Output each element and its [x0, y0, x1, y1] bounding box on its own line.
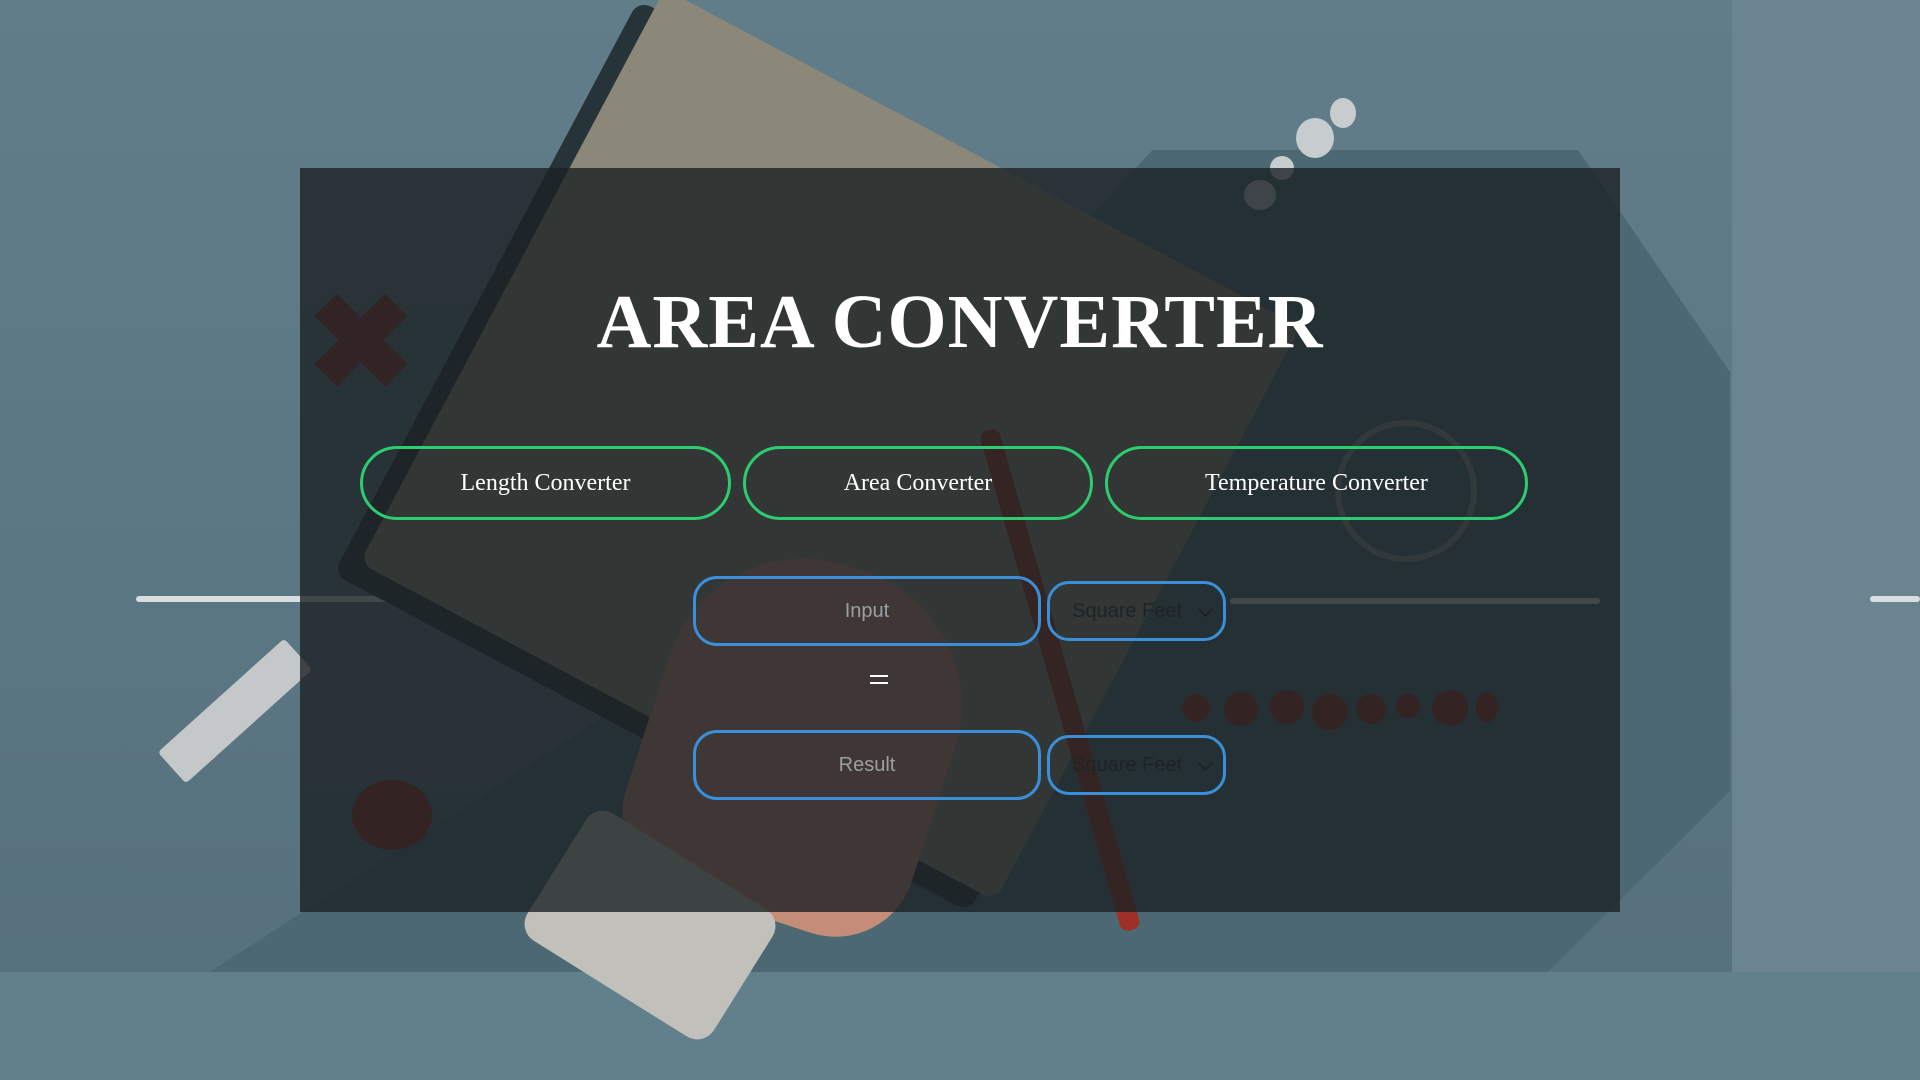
temperature-converter-button[interactable]: Temperature Converter — [1105, 446, 1528, 520]
background-tile — [1732, 0, 1920, 1080]
background-strip — [0, 972, 1920, 1080]
chevron-down-icon — [1197, 755, 1214, 772]
light-dot — [1330, 98, 1356, 128]
equals-icon — [870, 672, 890, 688]
light-dot — [1296, 118, 1334, 158]
to-unit-selected-label: Square Feet — [1072, 753, 1183, 776]
background-shape — [157, 638, 313, 784]
input-field[interactable] — [693, 576, 1041, 646]
chevron-down-icon — [1197, 601, 1214, 618]
to-unit-select[interactable]: Square Feet — [1047, 735, 1226, 795]
from-unit-selected-label: Square Feet — [1072, 599, 1183, 622]
page-title: AREA CONVERTER — [596, 280, 1324, 364]
area-converter-button[interactable]: Area Converter — [743, 446, 1093, 520]
from-unit-select[interactable]: Square Feet — [1047, 581, 1226, 641]
result-field[interactable] — [693, 730, 1041, 800]
background-line — [1870, 596, 1920, 602]
length-converter-button[interactable]: Length Converter — [360, 446, 731, 520]
